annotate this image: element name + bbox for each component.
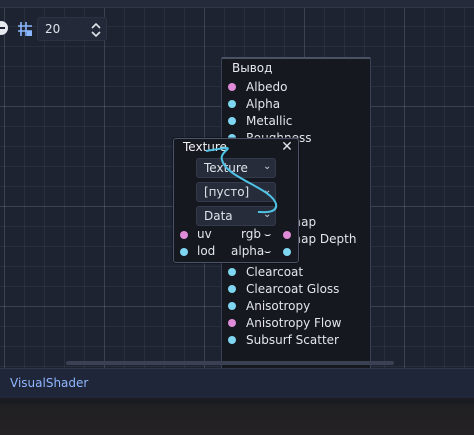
output-port-label: Alpha [246, 96, 281, 111]
output-port-label: Anisotropy Flow [246, 315, 342, 330]
output-node-title: Вывод [232, 61, 273, 75]
snap-step-spinbox[interactable]: 20 [37, 17, 107, 41]
input-port[interactable] [228, 268, 236, 277]
texture-port-row-uv: uv rgb ⌣ [174, 227, 300, 243]
input-port[interactable] [228, 318, 236, 327]
uv-input-label: uv [197, 227, 212, 241]
source-select-value: Texture [204, 161, 248, 175]
output-port-row: Anisotropy Flow [222, 315, 372, 332]
bottom-panel: VisualShader [0, 368, 474, 398]
horizontal-scrollbar[interactable] [66, 361, 394, 365]
output-port-label: Metallic [246, 113, 293, 128]
output-port-row: Anisotropy [222, 298, 372, 315]
spin-arrows-icon[interactable] [90, 22, 102, 38]
output-port-label: Clearcoat [246, 265, 304, 280]
input-port[interactable] [228, 285, 236, 294]
output-port-row: Albedo [222, 79, 372, 96]
source-select[interactable]: Texture ⌄ [196, 158, 276, 178]
texture-select-value: [пусто] [204, 185, 250, 199]
chevron-down-icon: ⌄ [263, 161, 272, 172]
output-port-label: Albedo [246, 80, 288, 94]
input-port[interactable] [228, 99, 236, 108]
input-port[interactable] [228, 83, 236, 91]
type-select-value: Data [204, 209, 233, 223]
alpha-output-label: alpha [231, 244, 265, 258]
texture-select[interactable]: [пусто] ⌄ [196, 182, 276, 202]
rgb-output-label: rgb [241, 227, 261, 241]
output-port-label: Clearcoat Gloss [246, 282, 340, 297]
uv-input-port[interactable] [180, 231, 188, 239]
output-port-row: Metallic [222, 113, 372, 130]
output-port-row: Clearcoat Gloss [222, 281, 372, 298]
texture-node-title: Texture [183, 140, 227, 154]
top-divider [0, 0, 474, 8]
texture-node[interactable]: Texture ✕ Texture ⌄ [пусто] ⌄ Data ⌄ uv … [173, 138, 299, 263]
output-port-row: Subsurf Scatter [222, 332, 372, 349]
output-port-label: Anisotropy [246, 299, 311, 314]
output-port-row: Clearcoat [222, 264, 372, 281]
input-port[interactable] [228, 116, 236, 125]
bottom-strip [0, 404, 474, 435]
lod-input-port[interactable] [180, 248, 188, 256]
chevron-down-icon: ⌄ [263, 209, 272, 220]
alpha-preview-toggle-icon[interactable]: ⌣ [264, 246, 276, 257]
texture-port-row-lod: lod alpha ⌣ [174, 244, 300, 260]
alpha-output-port[interactable] [283, 248, 291, 256]
type-select[interactable]: Data ⌄ [196, 206, 276, 226]
output-port-row: Alpha [222, 96, 372, 113]
lod-input-label: lod [197, 244, 216, 258]
chevron-down-icon: ⌄ [263, 185, 272, 196]
snap-step-value: 20 [45, 22, 61, 36]
input-port[interactable] [228, 335, 236, 344]
output-port-label: Subsurf Scatter [246, 332, 339, 347]
snap-grid-icon[interactable] [16, 20, 34, 38]
input-port[interactable] [228, 302, 236, 311]
visualshader-tab[interactable]: VisualShader [10, 376, 88, 390]
close-icon[interactable]: ✕ [279, 139, 295, 155]
rgb-output-port[interactable] [283, 231, 291, 239]
rgb-preview-toggle-icon[interactable]: ⌣ [264, 229, 276, 240]
